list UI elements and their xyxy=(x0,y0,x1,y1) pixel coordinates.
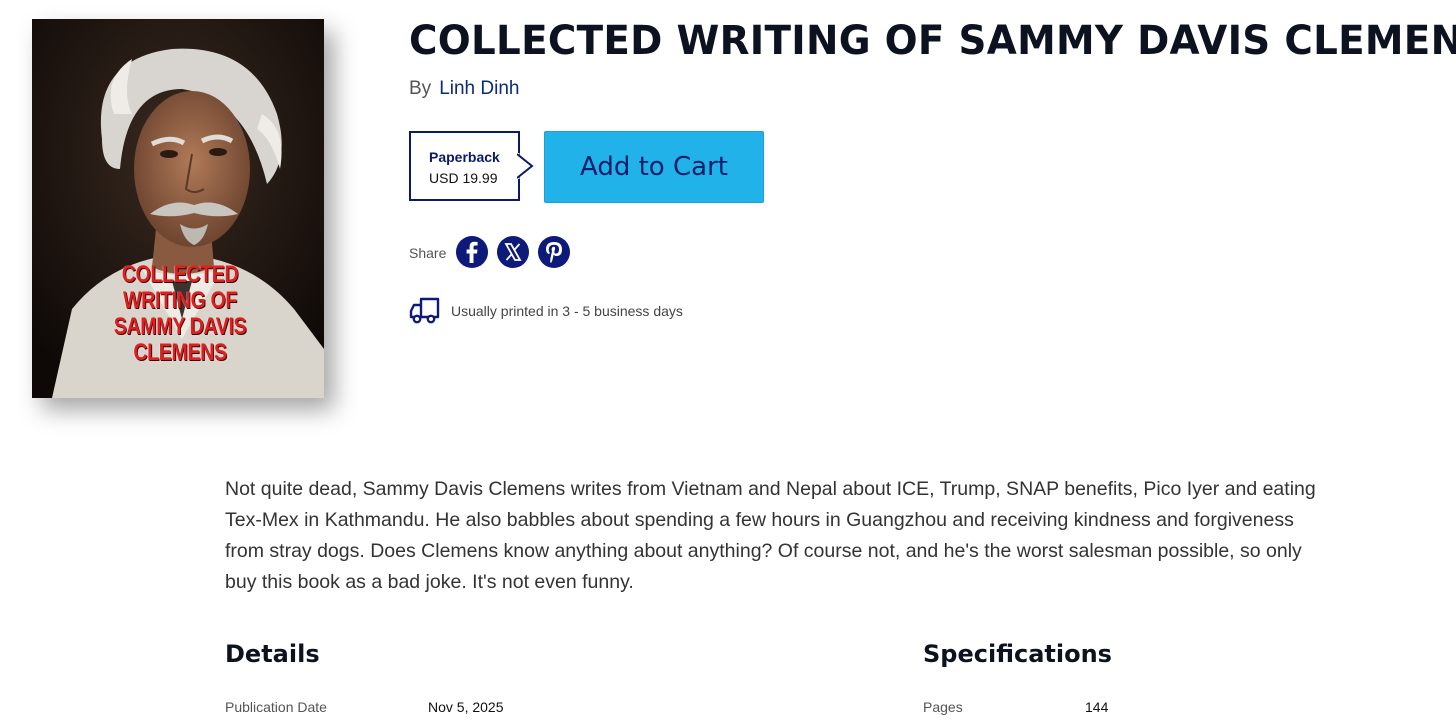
share-label: Share xyxy=(409,245,447,261)
format-label: Paperback xyxy=(429,149,500,165)
details-heading: Details xyxy=(225,640,320,668)
format-price: USD 19.99 xyxy=(429,170,498,186)
pages-label: Pages xyxy=(923,699,963,715)
x-icon[interactable] xyxy=(497,236,529,268)
publication-date-value: Nov 5, 2025 xyxy=(428,699,504,715)
pages-value: 144 xyxy=(1085,699,1109,715)
book-description: Not quite dead, Sammy Davis Clemens writ… xyxy=(225,478,1316,593)
cover-title-line: CLEMENS xyxy=(133,339,227,366)
cover-title-line: COLLECTED xyxy=(121,261,239,288)
byline: By Linh Dinh xyxy=(409,78,519,100)
format-option-paperback[interactable]: Paperback USD 19.99 xyxy=(409,131,520,201)
book-cover-image: COLLECTED WRITING OF SAMMY DAVIS CLEMENS xyxy=(32,19,324,398)
by-label: By xyxy=(409,78,432,99)
facebook-icon[interactable] xyxy=(456,236,488,268)
cover-title-line: SAMMY DAVIS xyxy=(113,313,247,340)
author-link[interactable]: Linh Dinh xyxy=(439,78,519,99)
book-title: COLLECTED WRITING OF SAMMY DAVIS CLEMENS xyxy=(409,18,1456,64)
chevron-right-icon xyxy=(517,153,534,179)
delivery-truck-icon xyxy=(409,297,440,324)
publication-date-label: Publication Date xyxy=(225,699,327,715)
pinterest-icon[interactable] xyxy=(538,236,570,268)
shipping-estimate: Usually printed in 3 - 5 business days xyxy=(451,303,683,319)
specifications-heading: Specifications xyxy=(923,640,1112,668)
add-to-cart-button[interactable]: Add to Cart xyxy=(544,131,764,203)
cover-title-line: WRITING OF xyxy=(123,287,237,314)
cover-title-text: COLLECTED WRITING OF SAMMY DAVIS CLEMENS xyxy=(62,262,298,366)
